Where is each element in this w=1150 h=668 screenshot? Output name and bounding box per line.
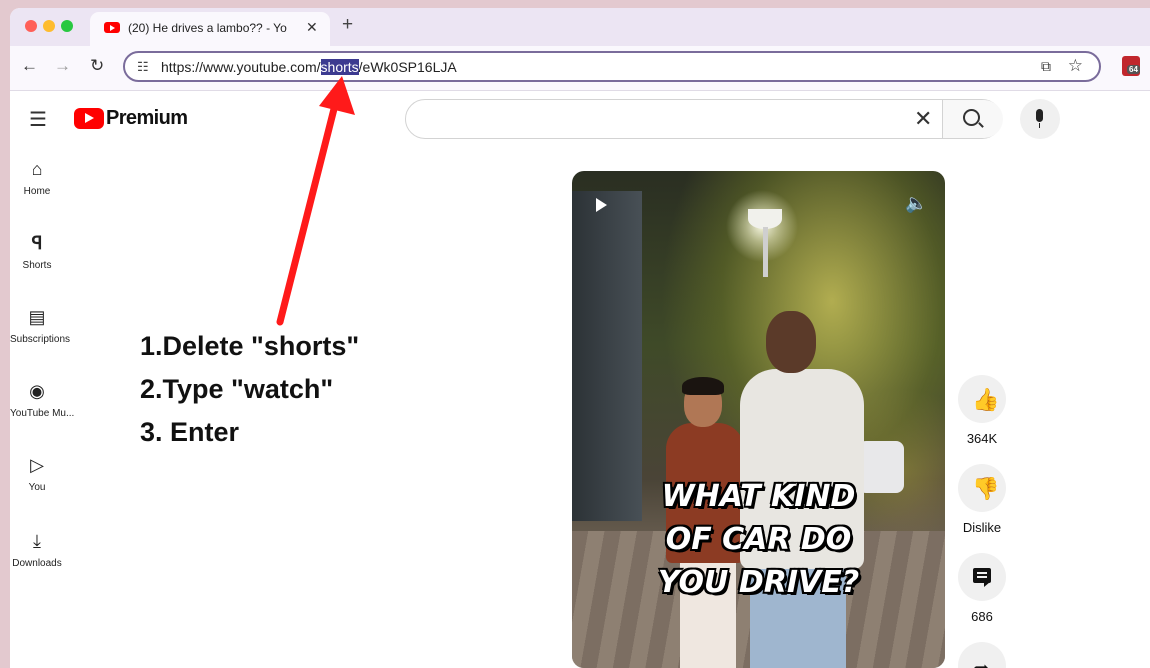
downloads-icon: ⤓ — [33, 531, 41, 551]
maximize-window-button[interactable] — [61, 20, 73, 32]
thumbs-up-icon: 👍 — [972, 387, 1000, 412]
address-bar[interactable]: ☷ https://www.youtube.com/shorts/eWk0SP1… — [123, 51, 1101, 82]
sidebar-item-you[interactable]: ▷ You — [10, 454, 64, 493]
microphone-icon — [1036, 109, 1043, 128]
sidebar-item-label: Shorts — [22, 260, 52, 271]
search-icon — [963, 109, 980, 126]
play-icon[interactable] — [596, 198, 607, 212]
extension-badge: 64 — [1127, 65, 1140, 74]
sidebar-item-label: Subscriptions — [10, 334, 71, 345]
instruction-step-1: 1.Delete "shorts" — [140, 331, 360, 361]
close-window-button[interactable] — [25, 20, 37, 32]
url-suffix: /eWk0SP16LJA — [358, 59, 457, 75]
sidebar-item-downloads[interactable]: ⤓ Downloads — [10, 530, 64, 569]
search-button[interactable] — [942, 100, 1003, 138]
sidebar-item-shorts[interactable]: ꟼ Shorts — [10, 232, 64, 271]
caption-line: WHAT KIND — [661, 479, 856, 514]
video-caption: WHAT KIND OF CAR DO YOU DRIVE? — [572, 475, 945, 604]
new-tab-button[interactable]: + — [342, 14, 353, 36]
logo-text[interactable]: Premium — [106, 107, 188, 130]
like-button[interactable]: 👍 — [958, 375, 1006, 423]
dislike-button[interactable]: 👎 — [958, 464, 1006, 512]
minimize-window-button[interactable] — [43, 20, 55, 32]
comment-count: 686 — [971, 609, 993, 624]
tab-title: (20) He drives a lambo?? - Yo — [128, 21, 287, 35]
shorts-icon: ꟼ — [31, 233, 43, 253]
sidebar-item-label: Home — [23, 186, 51, 197]
menu-icon[interactable]: ☰ — [29, 107, 47, 132]
sidebar-item-label: Downloads — [12, 558, 62, 569]
home-icon: ⌂ — [31, 159, 43, 179]
comment-icon — [973, 568, 991, 587]
url-selected-segment: shorts — [320, 59, 359, 75]
video-building — [572, 191, 642, 521]
search-input[interactable]: ✕ — [405, 99, 1003, 139]
instruction-overlay: 1.Delete "shorts" 2.Type "watch" 3. Ente… — [140, 325, 359, 454]
youtube-logo-icon[interactable] — [74, 108, 104, 129]
voice-search-button[interactable] — [1020, 99, 1060, 139]
share-action: ➦ — [956, 642, 1008, 668]
tab-close-icon[interactable]: ✕ — [306, 19, 318, 36]
like-count: 364K — [966, 431, 998, 446]
sidebar-item-label: You — [28, 482, 46, 493]
comments-button[interactable] — [958, 553, 1006, 601]
dislike-action: 👎 Dislike — [956, 464, 1008, 535]
forward-icon[interactable]: → — [54, 56, 71, 76]
extension-icon[interactable]: 64 — [1122, 56, 1140, 76]
dislike-label: Dislike — [962, 520, 1002, 535]
url-prefix: https://www.youtube.com/ — [161, 59, 321, 75]
subscriptions-icon: ▤ — [28, 307, 46, 327]
browser-toolbar: ← → ↻ ☷ https://www.youtube.com/shorts/e… — [10, 46, 1150, 91]
caption-line: OF CAR DO — [665, 522, 852, 557]
site-info-icon[interactable]: ☷ — [137, 59, 149, 75]
shorts-video-player[interactable]: 🔈 WHAT KIND OF CAR DO YOU DRIVE? — [572, 171, 945, 668]
url-text[interactable]: https://www.youtube.com/shorts/eWk0SP16L… — [161, 59, 457, 75]
back-icon[interactable]: ← — [21, 56, 38, 76]
youtube-music-icon: ◉ — [29, 381, 45, 401]
youtube-favicon-icon — [104, 22, 120, 33]
tab-youtube[interactable]: (20) He drives a lambo?? - Yo ✕ — [90, 12, 330, 46]
instruction-step-3: 3. Enter — [140, 417, 240, 447]
sidebar-item-subscriptions[interactable]: ▤ Subscriptions — [10, 306, 71, 345]
instruction-step-2: 2.Type "watch" — [140, 374, 334, 404]
sidebar-item-home[interactable]: ⌂ Home — [10, 158, 64, 197]
sidebar-item-label: YouTube Mu... — [10, 408, 75, 419]
reload-icon[interactable]: ↻ — [90, 56, 104, 76]
video-lamp-post — [763, 227, 768, 277]
clear-search-icon[interactable]: ✕ — [914, 106, 932, 132]
sidebar-item-youtube-music[interactable]: ◉ YouTube Mu... — [10, 380, 75, 419]
thumbs-down-icon: 👎 — [972, 476, 1000, 501]
video-street-lamp — [748, 209, 782, 229]
you-icon: ▷ — [30, 455, 44, 475]
volume-icon[interactable]: 🔈 — [905, 193, 927, 214]
tab-strip: (20) He drives a lambo?? - Yo ✕ + — [10, 8, 1150, 46]
caption-line: YOU DRIVE? — [657, 565, 860, 600]
star-icon[interactable]: ☆ — [1068, 56, 1083, 76]
youtube-header: ☰ Premium ✕ — [10, 91, 1150, 147]
install-icon[interactable]: ⧉ — [1041, 58, 1051, 75]
like-action: 👍 364K — [956, 375, 1008, 446]
share-button[interactable]: ➦ — [958, 642, 1006, 668]
share-icon: ➦ — [973, 656, 990, 668]
comments-action: 686 — [956, 553, 1008, 624]
